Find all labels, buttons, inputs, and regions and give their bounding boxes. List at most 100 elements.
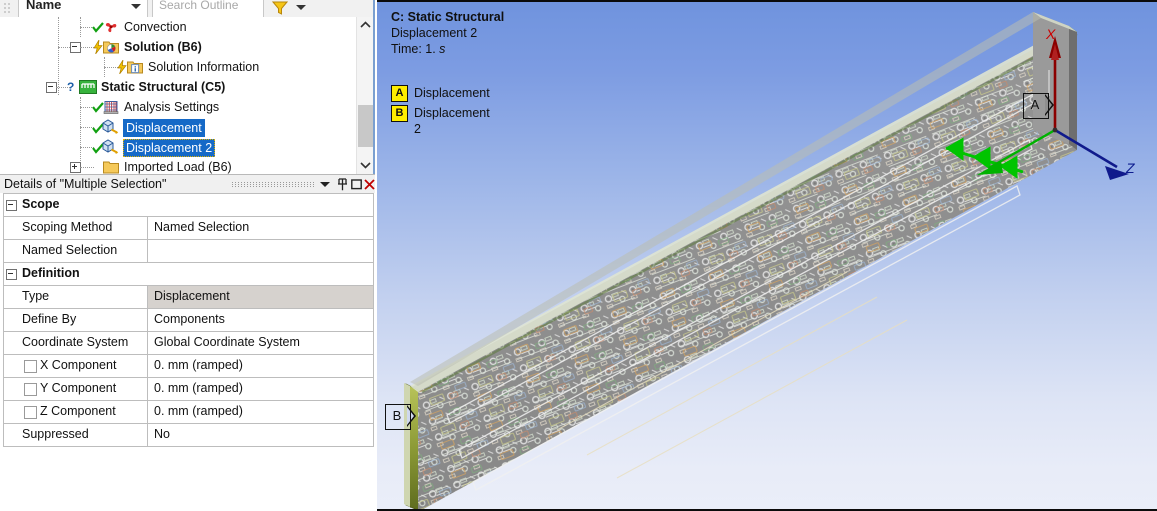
information-folder-icon bbox=[127, 59, 143, 75]
legend-label: Displacement bbox=[414, 86, 490, 100]
search-outline-input[interactable]: Search Outline bbox=[152, 0, 264, 17]
details-row-named-selection[interactable]: Named Selection bbox=[4, 240, 373, 263]
axis-label-z: Z bbox=[1126, 160, 1135, 176]
outline-tree[interactable]: Convection Solution (B6) Solution Inform… bbox=[0, 17, 375, 174]
details-row-type[interactable]: Type Displacement bbox=[4, 286, 373, 309]
scrollbar-thumb[interactable] bbox=[358, 105, 373, 147]
details-row-value: Global Coordinate System bbox=[154, 335, 300, 349]
viewport-result-name: Displacement 2 bbox=[391, 26, 478, 40]
details-group-label: Definition bbox=[22, 266, 80, 280]
details-group-definition[interactable]: Definition bbox=[4, 263, 373, 286]
time-unit: s bbox=[439, 42, 446, 56]
maximize-icon[interactable] bbox=[351, 178, 362, 191]
details-row-label: Define By bbox=[22, 312, 77, 326]
outline-toolbar: Name Search Outline bbox=[0, 0, 375, 18]
details-row-z-component[interactable]: Z Component 0. mm (ramped) bbox=[4, 401, 373, 424]
details-group-scope[interactable]: Scope bbox=[4, 194, 373, 217]
tree-item-label: Solution Information bbox=[148, 60, 260, 74]
tree-item-displacement[interactable]: Displacement bbox=[0, 117, 352, 137]
group-collapse-toggle[interactable] bbox=[6, 269, 17, 280]
details-row-label: Named Selection bbox=[22, 243, 118, 257]
callout-tag-b[interactable]: B bbox=[385, 404, 416, 430]
viewport-time-label: Time: 1. s bbox=[391, 41, 504, 57]
displacement-icon bbox=[101, 138, 119, 154]
tree-item-imported-load-b6[interactable]: Imported Load (B6) bbox=[0, 157, 352, 174]
details-row-label: X Component bbox=[40, 358, 117, 372]
legend-key-badge: A bbox=[391, 85, 408, 102]
axis-label-x: X bbox=[1046, 26, 1056, 42]
details-row-y-component[interactable]: Y Component 0. mm (ramped) bbox=[4, 378, 373, 401]
tree-item-displacement-2[interactable]: Displacement 2 bbox=[0, 137, 352, 157]
details-row-label: Z Component bbox=[40, 404, 116, 418]
tree-item-label: Analysis Settings bbox=[124, 100, 220, 114]
details-row-coordinate-system[interactable]: Coordinate System Global Coordinate Syst… bbox=[4, 332, 373, 355]
details-row-label: Y Component bbox=[40, 381, 117, 395]
details-row-value: No bbox=[154, 427, 170, 441]
details-row-value: Displacement bbox=[154, 289, 230, 303]
panel-divider bbox=[373, 0, 375, 174]
ansys-mechanical-window: Name Search Outline Convection Solution … bbox=[0, 0, 1157, 511]
details-row-value: 0. mm (ramped) bbox=[154, 404, 243, 418]
details-grid: Scope Scoping Method Named Selection Nam… bbox=[3, 193, 374, 447]
details-panel: Scope Scoping Method Named Selection Nam… bbox=[0, 193, 375, 511]
close-icon[interactable] bbox=[364, 178, 375, 191]
solution-folder-icon bbox=[103, 39, 119, 55]
details-row-define-by[interactable]: Define By Components bbox=[4, 309, 373, 332]
filter-funnel-icon[interactable] bbox=[272, 1, 288, 15]
details-titlebar-grip[interactable] bbox=[232, 182, 316, 187]
tree-item-solution-information[interactable]: Solution Information bbox=[0, 57, 352, 77]
details-row-value: Named Selection bbox=[154, 220, 250, 234]
toolbar-grip[interactable] bbox=[4, 0, 14, 17]
details-row-label: Type bbox=[22, 289, 50, 303]
tree-item-static-structural-c5[interactable]: ? Static Structural (C5) bbox=[0, 77, 352, 97]
details-row-value: 0. mm (ramped) bbox=[154, 358, 243, 372]
tree-item-solution-b6[interactable]: Solution (B6) bbox=[0, 37, 352, 57]
callout-letter: A bbox=[1030, 97, 1040, 112]
tree-item-label: Convection bbox=[124, 20, 187, 34]
y-component-checkbox[interactable] bbox=[24, 383, 37, 396]
outline-name-combo[interactable]: Name bbox=[18, 0, 148, 17]
scroll-down-button[interactable] bbox=[357, 157, 374, 174]
displacement-icon bbox=[101, 118, 119, 134]
analysis-settings-icon bbox=[103, 99, 119, 115]
3d-graphics-viewport[interactable]: X Z C: Static Structural Displacement 2 … bbox=[377, 0, 1157, 511]
callout-letter: B bbox=[392, 408, 402, 423]
toolbar-overflow-chevron-icon[interactable] bbox=[296, 5, 306, 10]
imported-load-icon bbox=[103, 159, 119, 174]
tree-item-label: Displacement bbox=[123, 119, 205, 137]
details-row-x-component[interactable]: X Component 0. mm (ramped) bbox=[4, 355, 373, 378]
viewport-header: C: Static Structural Displacement 2 Time… bbox=[391, 9, 504, 57]
outline-and-details-panel: Name Search Outline Convection Solution … bbox=[0, 0, 375, 511]
search-outline-placeholder: Search Outline bbox=[159, 0, 239, 12]
pin-icon[interactable] bbox=[337, 178, 348, 191]
tree-item-label: Displacement 2 bbox=[123, 139, 216, 157]
outline-tree-scrollbar[interactable] bbox=[356, 17, 374, 174]
callout-tag-a[interactable]: A bbox=[1023, 93, 1054, 119]
details-row-label: Coordinate System bbox=[22, 335, 129, 349]
question-status-icon: ? bbox=[67, 80, 75, 94]
time-value: Time: 1. bbox=[391, 42, 436, 56]
legend-key-badge: B bbox=[391, 105, 408, 122]
details-panel-title: Details of "Multiple Selection" bbox=[4, 177, 167, 191]
chevron-down-icon[interactable] bbox=[320, 178, 330, 190]
details-row-suppressed[interactable]: Suppressed No bbox=[4, 424, 373, 447]
tree-item-analysis-settings[interactable]: Analysis Settings bbox=[0, 97, 352, 117]
details-row-value: 0. mm (ramped) bbox=[154, 381, 243, 395]
convection-icon bbox=[103, 19, 119, 35]
x-component-checkbox[interactable] bbox=[24, 360, 37, 373]
details-row-label: Scoping Method bbox=[22, 220, 113, 234]
details-row-scoping-method[interactable]: Scoping Method Named Selection bbox=[4, 217, 373, 240]
scroll-up-button[interactable] bbox=[357, 17, 374, 34]
viewport-analysis-title: C: Static Structural bbox=[391, 10, 505, 24]
tree-item-label: Imported Load (B6) bbox=[124, 160, 232, 174]
tree-item-label: Static Structural (C5) bbox=[101, 80, 226, 94]
tree-item-convection[interactable]: Convection bbox=[0, 17, 352, 37]
chevron-down-icon bbox=[131, 4, 141, 9]
details-row-value: Components bbox=[154, 312, 225, 326]
z-component-checkbox[interactable] bbox=[24, 406, 37, 419]
pcb-board-model bbox=[404, 12, 1129, 511]
group-collapse-toggle[interactable] bbox=[6, 200, 17, 211]
outline-name-label: Name bbox=[26, 0, 62, 12]
static-structural-icon bbox=[79, 80, 97, 96]
legend-label: Displacement 2 bbox=[414, 106, 490, 136]
